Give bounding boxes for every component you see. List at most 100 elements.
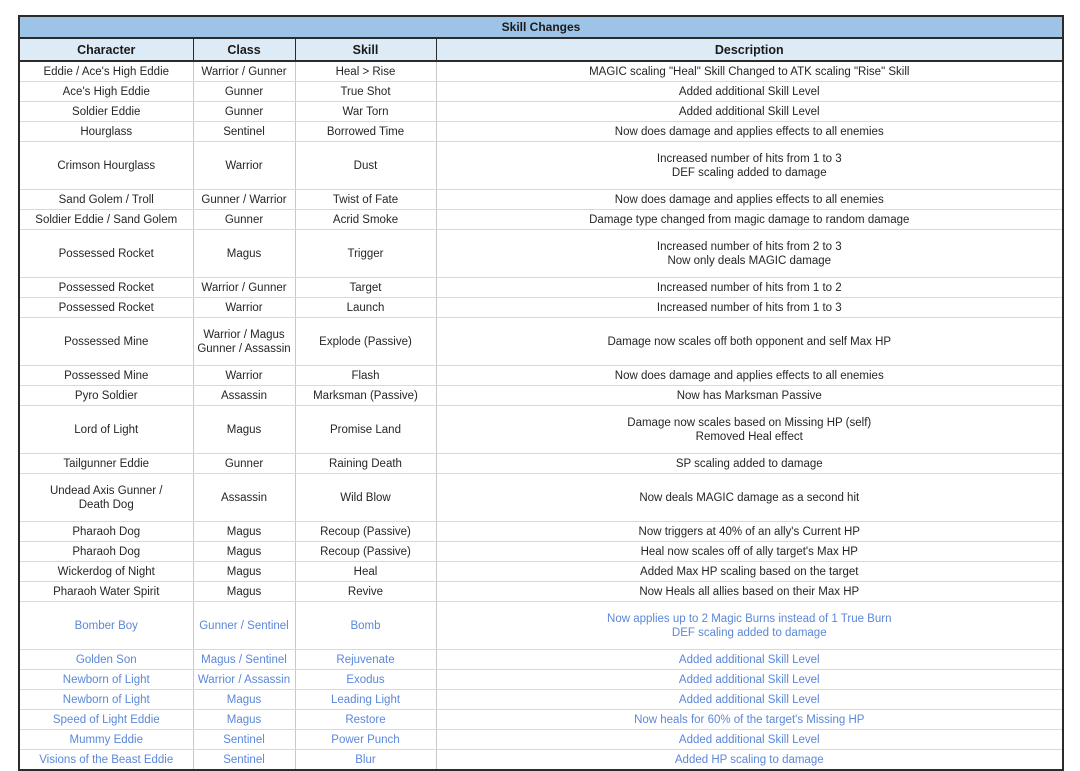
description-line: Added Max HP scaling based on the target	[439, 565, 1061, 579]
cell-class: Gunner	[193, 82, 295, 102]
table-row: Tailgunner EddieGunnerRaining DeathSP sc…	[19, 454, 1063, 474]
description-line: SP scaling added to damage	[439, 457, 1061, 471]
table-row: Pharaoh Water SpiritMagusReviveNow Heals…	[19, 582, 1063, 602]
cell-character: Golden Son	[19, 650, 193, 670]
cell-character: Pyro Soldier	[19, 386, 193, 406]
cell-character: Soldier Eddie / Sand Golem	[19, 210, 193, 230]
cell-skill: True Shot	[295, 82, 436, 102]
cell-class: Gunner	[193, 454, 295, 474]
cell-description: Increased number of hits from 1 to 3	[436, 298, 1063, 318]
cell-description: Now triggers at 40% of an ally's Current…	[436, 522, 1063, 542]
table-row: Newborn of LightWarrior / AssassinExodus…	[19, 670, 1063, 690]
cell-character: Pharaoh Dog	[19, 542, 193, 562]
cell-character: Tailgunner Eddie	[19, 454, 193, 474]
cell-character: Pharaoh Water Spirit	[19, 582, 193, 602]
cell-skill: Revive	[295, 582, 436, 602]
cell-character: Speed of Light Eddie	[19, 710, 193, 730]
table-row: Mummy EddieSentinelPower PunchAdded addi…	[19, 730, 1063, 750]
cell-skill: Launch	[295, 298, 436, 318]
cell-description: Increased number of hits from 1 to 3DEF …	[436, 142, 1063, 190]
description-line: Now only deals MAGIC damage	[439, 254, 1061, 268]
cell-character: Pharaoh Dog	[19, 522, 193, 542]
cell-description: Now deals MAGIC damage as a second hit	[436, 474, 1063, 522]
table-title-row: Skill Changes	[19, 16, 1063, 38]
cell-character: Wickerdog of Night	[19, 562, 193, 582]
cell-class: Warrior	[193, 142, 295, 190]
cell-class: Sentinel	[193, 730, 295, 750]
table-row: Possessed RocketWarrior / GunnerTargetIn…	[19, 278, 1063, 298]
description-line: Heal now scales off of ally target's Max…	[439, 545, 1061, 559]
cell-description: MAGIC scaling "Heal" Skill Changed to AT…	[436, 61, 1063, 82]
cell-character: Lord of Light	[19, 406, 193, 454]
cell-description: Added Max HP scaling based on the target	[436, 562, 1063, 582]
cell-description: Now heals for 60% of the target's Missin…	[436, 710, 1063, 730]
cell-character: Ace's High Eddie	[19, 82, 193, 102]
column-header-description: Description	[436, 38, 1063, 61]
cell-description: Added additional Skill Level	[436, 670, 1063, 690]
description-line: Increased number of hits from 1 to 2	[439, 281, 1061, 295]
table-row: Bomber BoyGunner / SentinelBombNow appli…	[19, 602, 1063, 650]
cell-class: Sentinel	[193, 122, 295, 142]
cell-skill: Trigger	[295, 230, 436, 278]
column-header-character: Character	[19, 38, 193, 61]
cell-class: Warrior / Gunner	[193, 61, 295, 82]
cell-description: Increased number of hits from 1 to 2	[436, 278, 1063, 298]
cell-character: Possessed Rocket	[19, 298, 193, 318]
description-line: Added additional Skill Level	[439, 105, 1061, 119]
cell-class: Magus / Sentinel	[193, 650, 295, 670]
cell-skill: Power Punch	[295, 730, 436, 750]
description-line: Now does damage and applies effects to a…	[439, 369, 1061, 383]
cell-skill: Heal	[295, 562, 436, 582]
cell-class: Magus	[193, 542, 295, 562]
cell-class: Gunner / Warrior	[193, 190, 295, 210]
cell-class: Magus	[193, 522, 295, 542]
cell-character: Eddie / Ace's High Eddie	[19, 61, 193, 82]
cell-description: Now does damage and applies effects to a…	[436, 190, 1063, 210]
cell-description: Now does damage and applies effects to a…	[436, 122, 1063, 142]
cell-character: Crimson Hourglass	[19, 142, 193, 190]
cell-skill: Restore	[295, 710, 436, 730]
table-row: Wickerdog of NightMagusHealAdded Max HP …	[19, 562, 1063, 582]
cell-class: Gunner	[193, 102, 295, 122]
cell-skill: Heal > Rise	[295, 61, 436, 82]
description-line: Increased number of hits from 1 to 3	[439, 152, 1061, 166]
cell-skill: Leading Light	[295, 690, 436, 710]
cell-description: Increased number of hits from 2 to 3Now …	[436, 230, 1063, 278]
cell-description: Damage type changed from magic damage to…	[436, 210, 1063, 230]
cell-class: Warrior / Gunner	[193, 278, 295, 298]
description-line: Increased number of hits from 2 to 3	[439, 240, 1061, 254]
cell-description: Now has Marksman Passive	[436, 386, 1063, 406]
table-header-row: Character Class Skill Description	[19, 38, 1063, 61]
table-row: Possessed RocketMagusTriggerIncreased nu…	[19, 230, 1063, 278]
cell-description: Added additional Skill Level	[436, 82, 1063, 102]
cell-description: Added additional Skill Level	[436, 102, 1063, 122]
cell-skill: Recoup (Passive)	[295, 542, 436, 562]
description-line: Added additional Skill Level	[439, 653, 1061, 667]
cell-class: Warrior / MagusGunner / Assassin	[193, 318, 295, 366]
cell-class: Assassin	[193, 474, 295, 522]
description-line: Damage now scales off both opponent and …	[439, 335, 1061, 349]
table-row: Crimson HourglassWarriorDustIncreased nu…	[19, 142, 1063, 190]
cell-skill: Twist of Fate	[295, 190, 436, 210]
description-line: Now heals for 60% of the target's Missin…	[439, 713, 1061, 727]
cell-description: Added additional Skill Level	[436, 690, 1063, 710]
description-line: Now applies up to 2 Magic Burns instead …	[439, 612, 1061, 626]
description-line: MAGIC scaling "Heal" Skill Changed to AT…	[439, 65, 1061, 79]
description-line: Added additional Skill Level	[439, 733, 1061, 747]
cell-skill: Exodus	[295, 670, 436, 690]
description-line: Added additional Skill Level	[439, 693, 1061, 707]
table-row: Newborn of LightMagusLeading LightAdded …	[19, 690, 1063, 710]
table-row: Speed of Light EddieMagusRestoreNow heal…	[19, 710, 1063, 730]
description-line: Now Heals all allies based on their Max …	[439, 585, 1061, 599]
column-header-skill: Skill	[295, 38, 436, 61]
cell-description: Added HP scaling to damage	[436, 750, 1063, 771]
cell-skill: Borrowed Time	[295, 122, 436, 142]
table-row: Pharaoh DogMagusRecoup (Passive)Heal now…	[19, 542, 1063, 562]
table-row: Possessed MineWarriorFlashNow does damag…	[19, 366, 1063, 386]
cell-character: Mummy Eddie	[19, 730, 193, 750]
column-header-class: Class	[193, 38, 295, 61]
cell-class: Warrior	[193, 366, 295, 386]
table-row: Soldier Eddie / Sand GolemGunnerAcrid Sm…	[19, 210, 1063, 230]
description-line: Damage now scales based on Missing HP (s…	[439, 416, 1061, 430]
cell-description: Damage now scales based on Missing HP (s…	[436, 406, 1063, 454]
